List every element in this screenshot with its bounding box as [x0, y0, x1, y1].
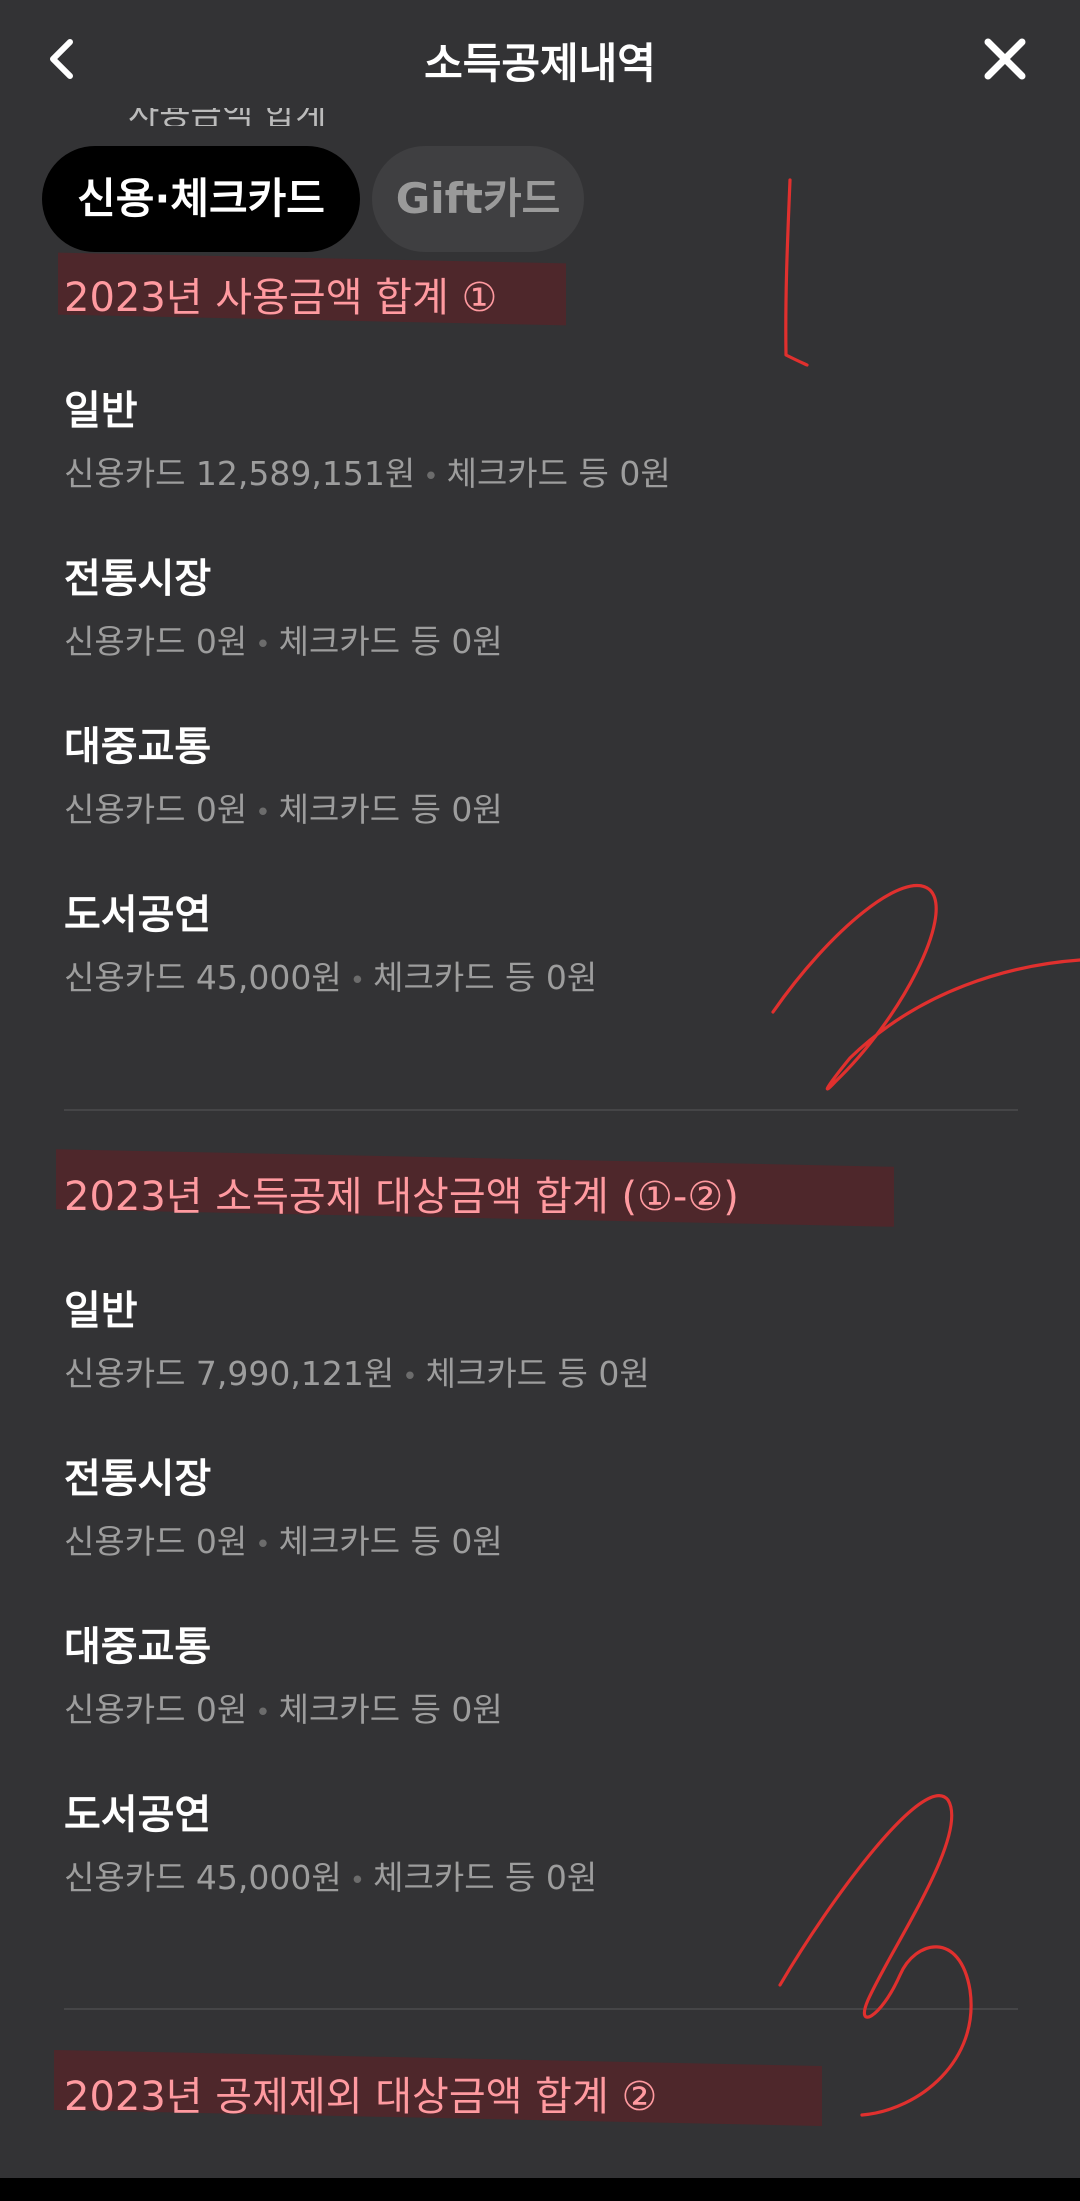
section-title-excluded-total: 2023년 공제제외 대상금액 합계 ② [64, 2074, 658, 2120]
separator-dot: • [423, 462, 439, 492]
item-label-general: 일반 [64, 1288, 138, 1334]
scrolled-partial-text: 사용금액 합계 [128, 108, 328, 126]
separator-dot: • [349, 1866, 366, 1896]
item-detail-general: 신용카드 12,589,151원 • 체크카드 등 0원 [64, 454, 671, 493]
handwritten-mark-1 [784, 178, 809, 367]
separator-dot: • [255, 798, 271, 828]
item-detail-traditional-market: 신용카드 0원 • 체크카드 등 0원 [64, 1522, 503, 1561]
close-button[interactable] [980, 34, 1030, 84]
section-title-deductible-total: 2023년 소득공제 대상금액 합계 (①-②) [64, 1174, 739, 1220]
separator-dot: • [255, 1698, 271, 1728]
handwritten-mark-2 [771, 883, 1080, 1091]
item-label-public-transit: 대중교통 [64, 724, 212, 770]
item-detail-books-performance: 신용카드 45,000원 • 체크카드 등 0원 [64, 958, 598, 997]
separator-dot: • [255, 630, 271, 660]
separator-dot: • [255, 1530, 271, 1560]
item-detail-public-transit: 신용카드 0원 • 체크카드 등 0원 [64, 790, 503, 829]
item-detail-general: 신용카드 7,990,121원 • 체크카드 등 0원 [64, 1354, 650, 1393]
item-label-books-performance: 도서공연 [64, 892, 212, 938]
section-title-usage-total: 2023년 사용금액 합계 ① [64, 275, 498, 321]
item-label-traditional-market: 전통시장 [64, 556, 212, 602]
item-detail-public-transit: 신용카드 0원 • 체크카드 등 0원 [64, 1690, 503, 1729]
tab-gift-card[interactable]: Gift카드 [372, 146, 584, 252]
item-label-public-transit: 대중교통 [64, 1624, 212, 1670]
item-label-books-performance: 도서공연 [64, 1792, 212, 1838]
page-title: 소득공제내역 [424, 39, 656, 88]
section-divider [64, 2008, 1018, 2010]
item-label-general: 일반 [64, 388, 138, 434]
section-divider [64, 1109, 1018, 1111]
item-label-traditional-market: 전통시장 [64, 1456, 212, 1502]
tab-credit-check-card[interactable]: 신용·체크카드 [42, 146, 360, 252]
item-detail-books-performance: 신용카드 45,000원 • 체크카드 등 0원 [64, 1858, 598, 1897]
separator-dot: • [402, 1362, 418, 1392]
item-detail-traditional-market: 신용카드 0원 • 체크카드 등 0원 [64, 622, 503, 661]
close-icon [984, 38, 1026, 80]
separator-dot: • [349, 966, 366, 996]
header-bar: 소득공제내역 [0, 0, 1080, 122]
system-navigation-bar [0, 2178, 1080, 2201]
